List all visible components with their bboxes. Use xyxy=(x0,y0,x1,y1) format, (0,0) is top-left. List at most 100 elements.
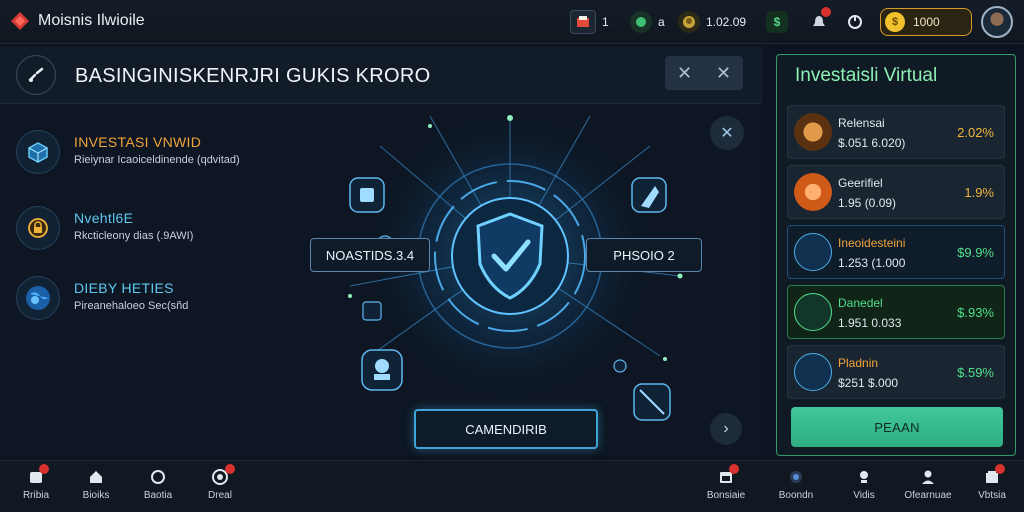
asset-change: $.93% xyxy=(957,305,994,320)
power-icon xyxy=(842,10,868,34)
timer-icon xyxy=(678,11,700,33)
asset-name: Danedel xyxy=(838,296,883,310)
energy-icon xyxy=(630,11,652,33)
close-icon: ✕ xyxy=(720,125,734,142)
energy-chip[interactable]: a xyxy=(630,8,665,36)
home-icon xyxy=(85,467,107,487)
dollar-icon xyxy=(794,353,832,391)
panel-title: Investaisli Virtual xyxy=(795,65,938,86)
nav-item-bonsiaie[interactable]: Bonsiaie xyxy=(696,464,756,501)
nav-item-boondn[interactable]: Boondn xyxy=(766,467,826,501)
coin-icon: $ xyxy=(885,12,905,32)
primary-cta-button[interactable]: CAMENDIRIB xyxy=(414,409,598,449)
timer-chip[interactable]: 1.02.09 xyxy=(678,8,746,36)
cash-chip[interactable]: $ xyxy=(766,8,788,36)
bottom-nav: Rribia Bioiks Baotia Dreal Bonsiaie Boon… xyxy=(0,460,1024,512)
category-subtitle: Rieiynar Icaoiceldinende (qdvitad) xyxy=(74,154,240,166)
header-controls: ✕ ✕ xyxy=(665,56,743,90)
chat-icon xyxy=(147,467,169,487)
mail-icon xyxy=(570,10,596,34)
investment-item[interactable]: Geerifiel 1.95 (0.09) 1.9% xyxy=(787,165,1005,219)
coin-icon xyxy=(785,467,807,487)
nav-item-rribia[interactable]: Rribia xyxy=(6,464,66,501)
minimize-icon[interactable]: ✕ xyxy=(677,63,692,84)
user-icon xyxy=(917,467,939,487)
target-icon xyxy=(209,464,235,487)
nav-item-vbtsia[interactable]: Vbtsia xyxy=(962,464,1022,501)
link-icon xyxy=(28,67,44,82)
right-node-label[interactable]: PHSOIO 2 xyxy=(586,238,702,272)
asset-change: $.59% xyxy=(957,365,994,380)
nav-item-bioiks[interactable]: Bioiks xyxy=(66,467,126,501)
settings-chip[interactable] xyxy=(842,8,868,36)
page-title: BASINGINISKENRJRI GUKIS KRORO xyxy=(75,65,431,87)
mail-count: 1 xyxy=(602,15,609,29)
app-title: Moisnis Ilwioile xyxy=(38,12,145,29)
nav-label: Ofearnuae xyxy=(904,490,952,501)
asset-change: 1.9% xyxy=(964,185,994,200)
back-button[interactable] xyxy=(16,55,56,95)
investment-item[interactable]: Danedel 1.951 0.033 $.93% xyxy=(787,285,1005,339)
category-title: INVESTASI VNWID xyxy=(74,134,202,150)
close-icon[interactable]: ✕ xyxy=(716,63,731,84)
category-subtitle: Pireanehaloeo Sec(sñd xyxy=(74,300,189,312)
category-item-nvehtl6e[interactable]: Nvehtl6E Rkcticleony dias (.9AWI) xyxy=(16,206,193,250)
main-header: BASINGINISKENRJRI GUKIS KRORO ✕ ✕ xyxy=(0,46,762,104)
category-item-investasi[interactable]: INVESTASI VNWID Rieiynar Icaoiceldinende… xyxy=(16,130,240,174)
nav-label: Bonsiaie xyxy=(706,490,746,501)
top-bar: Moisnis Ilwioile 1 a 1.02.09 $ $ 1000 xyxy=(0,0,1024,44)
avatar[interactable] xyxy=(981,6,1013,38)
investment-item[interactable]: Pladnin $251 $.000 $.59% xyxy=(787,345,1005,399)
asset-price: 1.95 (0.09) xyxy=(838,196,897,210)
category-item-dieby[interactable]: DIEBY HETIES Pireanehaloeo Sec(sñd xyxy=(16,276,188,320)
nav-item-baotia[interactable]: Baotia xyxy=(128,467,188,501)
trend-up-icon xyxy=(794,293,832,331)
brand[interactable]: Moisnis Ilwioile xyxy=(10,11,145,31)
cash-icon: $ xyxy=(766,11,788,33)
close-overlay-button[interactable]: ✕ xyxy=(710,116,744,150)
nav-label: Vidis xyxy=(853,490,875,501)
asset-icon xyxy=(794,113,832,151)
nav-item-dreal[interactable]: Dreal xyxy=(190,464,250,501)
brand-logo-icon xyxy=(11,12,29,30)
chevron-right-icon: › xyxy=(723,420,729,437)
asset-icon xyxy=(794,173,832,211)
asset-price: 1.951 0.033 xyxy=(838,316,902,330)
category-subtitle: Rkcticleony dias (.9AWI) xyxy=(74,230,194,242)
coin-balance[interactable]: $ 1000 xyxy=(880,8,972,36)
calendar-icon xyxy=(715,464,739,487)
asset-name: Relensai xyxy=(838,116,885,130)
notification-chip[interactable] xyxy=(806,7,832,36)
category-title: Nvehtl6E xyxy=(74,210,134,226)
asset-price: $251 $.000 xyxy=(838,376,899,390)
next-button[interactable]: › xyxy=(710,413,742,445)
nav-label: Dreal xyxy=(208,490,232,501)
nav-label: Boondn xyxy=(778,490,814,501)
security-network-graphic xyxy=(348,106,683,421)
category-title: DIEBY HETIES xyxy=(74,280,174,296)
nav-item-ofearnuae[interactable]: Ofearnuae xyxy=(898,467,958,501)
coin-amount: 1000 xyxy=(913,15,940,29)
investment-item[interactable]: Ineoidesteini 1.253 (1.000 $9.9% xyxy=(787,225,1005,279)
shop-icon xyxy=(981,464,1005,487)
main-panel: BASINGINISKENRJRI GUKIS KRORO ✕ ✕ INVEST… xyxy=(0,46,762,456)
nav-label: Baotia xyxy=(143,490,173,501)
virtual-investment-panel: Investaisli Virtual Relensai $.051 6.020… xyxy=(776,54,1016,456)
energy-value: a xyxy=(658,15,665,29)
bell-icon xyxy=(806,7,832,34)
nav-item-vidis[interactable]: Vidis xyxy=(834,467,894,501)
trophy-icon xyxy=(853,467,875,487)
cube-icon xyxy=(16,130,60,174)
asset-name: Geerifiel xyxy=(838,176,883,190)
plan-button[interactable]: PEAAN xyxy=(791,407,1003,447)
timer-value: 1.02.09 xyxy=(706,15,747,29)
nav-label: Vbtsia xyxy=(978,490,1006,501)
asset-change: 2.02% xyxy=(957,125,994,140)
globe-icon xyxy=(16,276,60,320)
asset-price: 1.253 (1.000 xyxy=(838,256,906,270)
left-node-label[interactable]: NOASTIDS.3.4 xyxy=(310,238,430,272)
lock-icon xyxy=(16,206,60,250)
investment-item[interactable]: Relensai $.051 6.020) 2.02% xyxy=(787,105,1005,159)
asset-change: $9.9% xyxy=(957,245,994,260)
mail-chip[interactable]: 1 xyxy=(570,8,609,36)
